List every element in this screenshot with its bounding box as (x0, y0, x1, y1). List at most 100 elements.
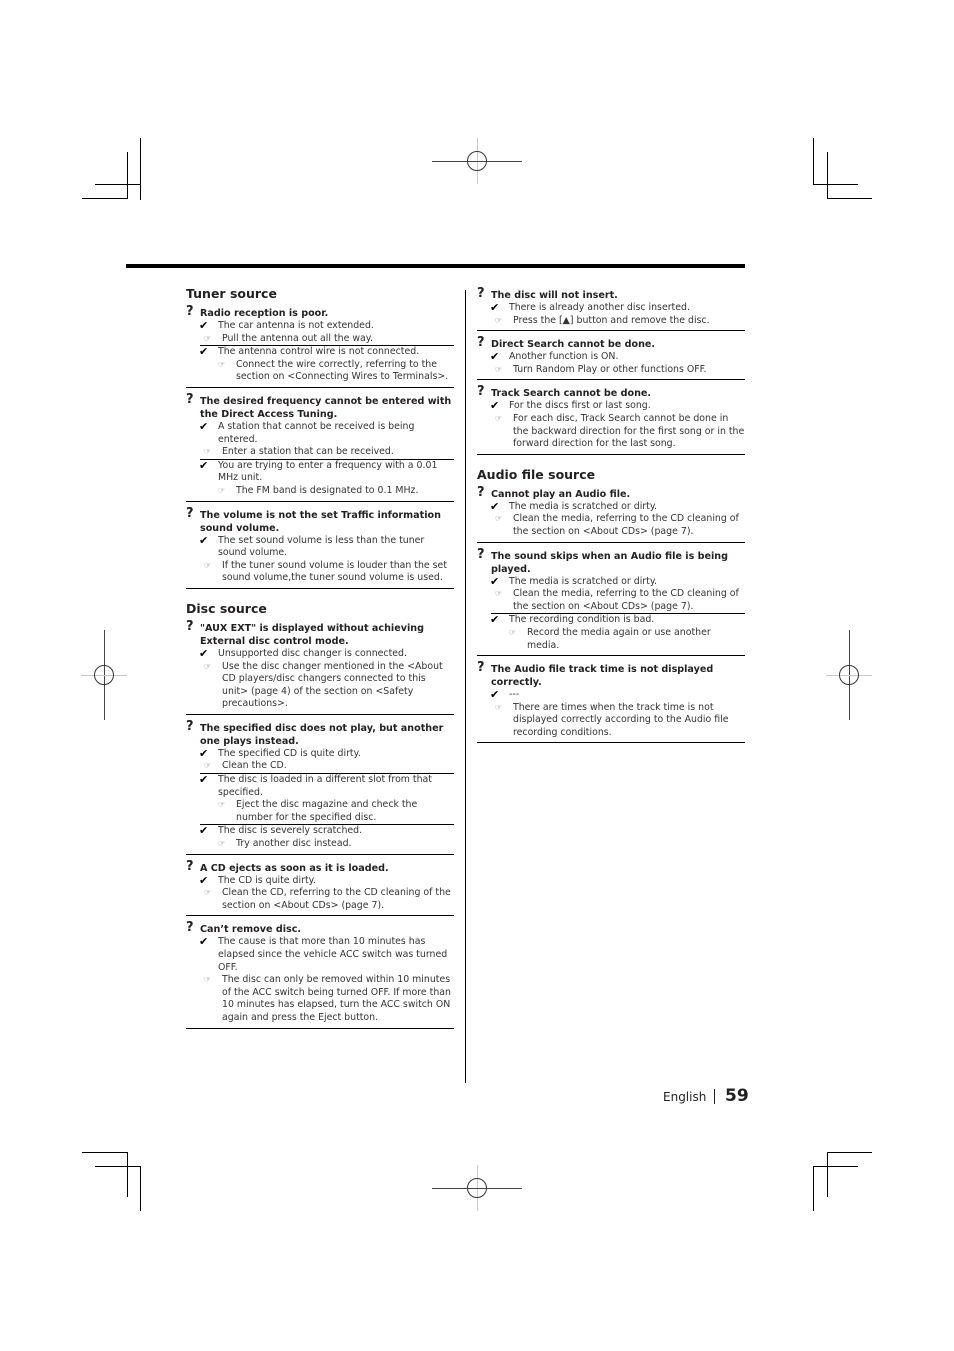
fix-item: ☞ For each disc, Track Search cannot be d… (463, 413, 745, 451)
question-text: A CD ejects as soon as it is loaded. (200, 862, 389, 874)
right-column: ? The disc will not insert. ✔ There is alre… (477, 286, 745, 750)
cause-item: ✔ A station that cannot be received is be… (186, 420, 454, 446)
pointing-hand-icon: ☞ (204, 761, 212, 771)
fix-item: ☞ Pull the antenna out all the way. (172, 333, 454, 346)
pointing-hand-icon: ☞ (509, 627, 517, 637)
checkmark-icon: ✔ (490, 688, 500, 702)
question-icon: ? (477, 286, 485, 301)
header-rule (126, 264, 745, 268)
question-text: Can’t remove disc. (200, 924, 302, 936)
problem-question: ? Cannot play an Audio file. (477, 484, 745, 501)
problem-question: ? Track Search cannot be done. (477, 384, 745, 400)
problem-block: ? Track Search cannot be done. ✔ For the di… (477, 384, 745, 455)
question-icon: ? (186, 391, 194, 407)
fix-text: Eject the disc magazine and check the nu… (236, 799, 418, 823)
cause-item: ✔ --- (477, 688, 745, 702)
cause-item: ✔ Another function is ON. (477, 351, 745, 364)
cause-item: ✔ The cause is that more than 10 minutes … (186, 936, 454, 974)
pointing-hand-icon: ☞ (495, 589, 503, 599)
cause-group: ✔ Unsupported disc changer is connected. ☞… (186, 646, 454, 711)
checkmark-icon: ✔ (490, 301, 500, 314)
checkmark-icon: ✔ (490, 350, 500, 364)
problem-question: ? A CD ejects as soon as it is loaded. (186, 858, 454, 875)
cause-text: --- (509, 689, 520, 701)
cause-group: ✔ --- ☞ There are times when the track time… (477, 688, 745, 739)
question-text: Track Search cannot be done. (491, 388, 652, 400)
fix-item: ☞ The disc can only be removed within 10 … (172, 974, 454, 1024)
fix-text: The disc can only be removed within 10 m… (222, 974, 451, 1023)
cause-text: The disc is severely scratched. (218, 825, 363, 837)
problem-question: ? "AUX EXT" is displayed without achievin… (186, 620, 454, 648)
section-title: Disc source (186, 600, 267, 616)
question-icon: ? (477, 335, 485, 351)
section-title: Audio file source (477, 466, 596, 482)
cause-text: The cause is that more than 10 minutes h… (218, 936, 448, 973)
troubleshooting-section: ? The disc will not insert. ✔ There is alre… (477, 286, 745, 455)
cause-item: ✔ The specified CD is quite dirty. (186, 746, 454, 761)
cause-item: ✔ You are trying to enter a frequency wit… (186, 458, 454, 485)
pointing-hand-icon: ☞ (204, 333, 212, 343)
problem-block: ? "AUX EXT" is displayed without achievin… (186, 620, 454, 715)
problem-block: ? The desired frequency cannot be entered… (186, 391, 454, 502)
cause-group: ✔ The recording condition is bad. ☞ Record … (490, 613, 745, 652)
problem-question: ? Radio reception is poor. (186, 304, 454, 320)
cause-group: ✔ The cause is that more than 10 minutes … (186, 936, 454, 1024)
checkmark-icon: ✔ (199, 458, 209, 472)
pointing-hand-icon: ☞ (218, 359, 226, 369)
checkmark-icon: ✔ (199, 824, 209, 838)
question-text: "AUX EXT" is displayed without achieving… (200, 622, 424, 647)
cause-text: The CD is quite dirty. (218, 874, 316, 886)
cause-text: A station that cannot be received is bei… (218, 420, 415, 445)
fix-item: ☞ Record the media again or use another m… (477, 627, 745, 652)
question-text: The Audio file track time is not display… (491, 664, 714, 689)
problem-block: ? Direct Search cannot be done. ✔ Another f… (477, 335, 745, 381)
cause-item: ✔ The recording condition is bad. (477, 614, 745, 627)
troubleshooting-section: Tuner source? Radio reception is poor. ✔ Th… (186, 286, 454, 589)
cause-text: Unsupported disc changer is connected. (218, 647, 407, 659)
cause-group: ✔ The CD is quite dirty. ☞ Clean the CD, re… (186, 873, 454, 913)
cause-text: The set sound volume is less than the tu… (218, 534, 425, 559)
fix-text: Clean the media, referring to the CD cle… (513, 513, 739, 537)
checkmark-icon: ✔ (199, 646, 209, 660)
checkmark-icon: ✔ (199, 746, 209, 760)
cause-group: ✔ The car antenna is not extended. ☞ Pull t… (186, 319, 454, 345)
troubleshooting-section: Disc source? "AUX EXT" is displayed witho… (186, 601, 454, 1029)
checkmark-icon: ✔ (199, 873, 209, 887)
problem-block: ? The disc will not insert. ✔ There is alre… (477, 286, 745, 332)
problem-block: ? Can’t remove disc. ✔ The cause is that mo… (186, 921, 454, 1029)
question-icon: ? (186, 718, 194, 734)
problem-question: ? The desired frequency cannot be entered… (186, 391, 454, 421)
question-icon: ? (186, 304, 194, 319)
cause-group: ✔ The disc is loaded in a different slot … (199, 773, 454, 824)
pointing-hand-icon: ☞ (204, 560, 212, 570)
cause-group: ✔ The media is scratched or dirty. ☞ Clean … (477, 575, 745, 614)
problem-question: ? The sound skips when an Audio file is b… (477, 548, 745, 576)
question-icon: ? (477, 384, 485, 400)
question-icon: ? (477, 484, 485, 500)
pointing-hand-icon: ☞ (495, 413, 503, 423)
problem-block: ? The volume is not the set Traffic infor… (186, 507, 454, 589)
cause-text: The recording condition is bad. (509, 614, 655, 626)
fix-item: ☞ Connect the wire correctly, referring t… (186, 359, 454, 384)
fix-text: Press the [▲] button and remove the disc… (513, 314, 710, 326)
left-column: Tuner source? Radio reception is poor. ✔ Th… (186, 286, 454, 1036)
cause-text: The antenna control wire is not connecte… (218, 346, 420, 358)
cause-item: ✔ There is already another disc inserted. (477, 301, 745, 315)
checkmark-icon: ✔ (199, 319, 209, 332)
question-text: Radio reception is poor. (200, 308, 329, 319)
fix-item: ☞ Press the [▲] button and remove the dis… (463, 315, 745, 328)
problem-question: ? The Audio file track time is not displa… (477, 660, 745, 689)
problem-block: ? Cannot play an Audio file. ✔ The media is… (477, 484, 745, 543)
question-icon: ? (477, 660, 485, 676)
problem-block: ? The specified disc does not play, but a… (186, 718, 454, 855)
fix-item: ☞ Clean the media, referring to the CD cl… (463, 513, 745, 538)
section-title: Tuner source (186, 286, 277, 301)
question-icon: ? (186, 858, 194, 874)
question-text: The desired frequency cannot be entered … (200, 395, 452, 420)
checkmark-icon: ✔ (199, 773, 209, 787)
cause-group: ✔ A station that cannot be received is be… (186, 420, 454, 459)
fix-text: Clean the media, referring to the CD cle… (513, 588, 739, 612)
cause-group: ✔ The media is scratched or dirty. ☞ Clean … (477, 499, 745, 539)
fix-text: Turn Random Play or other functions OFF. (513, 363, 707, 375)
checkmark-icon: ✔ (490, 499, 500, 513)
